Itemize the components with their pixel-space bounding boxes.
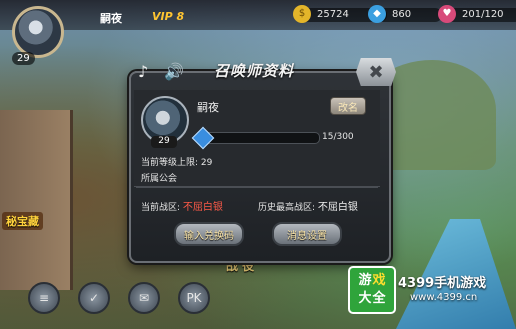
- treasure-label[interactable]: 秘宝藏: [2, 212, 43, 230]
- pk-button[interactable]: PK: [178, 282, 210, 314]
- highest-zone-label: 历史最高战区:: [258, 203, 316, 213]
- current-zone-value: 不屈白银: [182, 202, 223, 213]
- checklist-button[interactable]: ✓: [78, 282, 110, 314]
- redeem-code-button[interactable]: 输入兑换码: [174, 222, 244, 246]
- current-zone-row: 当前战区: 不屈白银: [141, 198, 223, 213]
- highest-zone-value: 不屈白银: [317, 202, 358, 213]
- rename-button[interactable]: 改名: [330, 97, 366, 115]
- logo-char: 大: [358, 291, 372, 306]
- speaker-toggle-icon[interactable]: 🔊: [164, 62, 184, 81]
- level-cap-value: 29: [200, 158, 213, 168]
- map-tower: [0, 110, 73, 290]
- highest-zone-row: 历史最高战区: 不屈白银: [258, 198, 358, 213]
- player-avatar[interactable]: [12, 6, 64, 58]
- logo-char: 全: [372, 291, 386, 306]
- logo-char: 戏: [372, 273, 386, 288]
- task-button[interactable]: ≡: [28, 282, 60, 314]
- pk-icon: PK: [186, 291, 202, 305]
- gold-value: 25724: [317, 9, 349, 20]
- stamina-icon: ♥: [438, 5, 456, 23]
- current-zone-label: 当前战区:: [141, 203, 181, 213]
- mail-icon: ✉: [138, 291, 150, 305]
- game-box-logo: 游戏 大全: [348, 266, 396, 314]
- blue-gem-icon: ◆: [368, 5, 386, 23]
- exp-text: 15/300: [322, 132, 354, 142]
- checklist-icon: ✓: [88, 291, 100, 305]
- task-icon: ≡: [38, 291, 50, 305]
- gem-counter[interactable]: ◆ 860: [368, 5, 442, 23]
- vip-badge[interactable]: VIP 8: [152, 10, 184, 23]
- gem-value: 860: [392, 9, 412, 20]
- stamina-counter[interactable]: ♥ 201/120: [438, 5, 516, 23]
- player-level-badge: 29: [12, 52, 35, 65]
- player-name: 嗣夜: [100, 12, 122, 25]
- gold-coin-icon: $: [293, 5, 311, 23]
- level-cap-row: 当前等级上限: 29: [141, 155, 212, 168]
- stamina-value: 201/120: [462, 9, 504, 20]
- close-icon: ✖: [368, 61, 384, 83]
- exp-bar: [200, 132, 320, 144]
- dialog-title: 召唤师资料: [214, 62, 295, 80]
- watermark-url: www.4399.cn: [410, 292, 478, 303]
- top-status-bar: 29 嗣夜 VIP 8 $ 25724 ◆ 860 ♥ 201/120: [0, 0, 516, 65]
- guild-label: 所属公会: [141, 174, 178, 184]
- divider: [136, 187, 378, 188]
- summoner-level: 29: [151, 136, 177, 148]
- summoner-name: 嗣夜: [197, 101, 219, 114]
- message-settings-button[interactable]: 消息设置: [272, 222, 342, 246]
- level-cap-label: 当前等级上限:: [141, 158, 199, 168]
- close-button[interactable]: ✖: [356, 58, 396, 86]
- mail-button[interactable]: ✉: [128, 282, 160, 314]
- music-toggle-icon[interactable]: ♪: [138, 62, 148, 81]
- logo-char: 游: [358, 273, 372, 288]
- 4399-watermark: 游戏 大全 4399手机游戏 www.4399.cn: [348, 266, 510, 324]
- watermark-brand: 4399手机游戏: [398, 276, 487, 291]
